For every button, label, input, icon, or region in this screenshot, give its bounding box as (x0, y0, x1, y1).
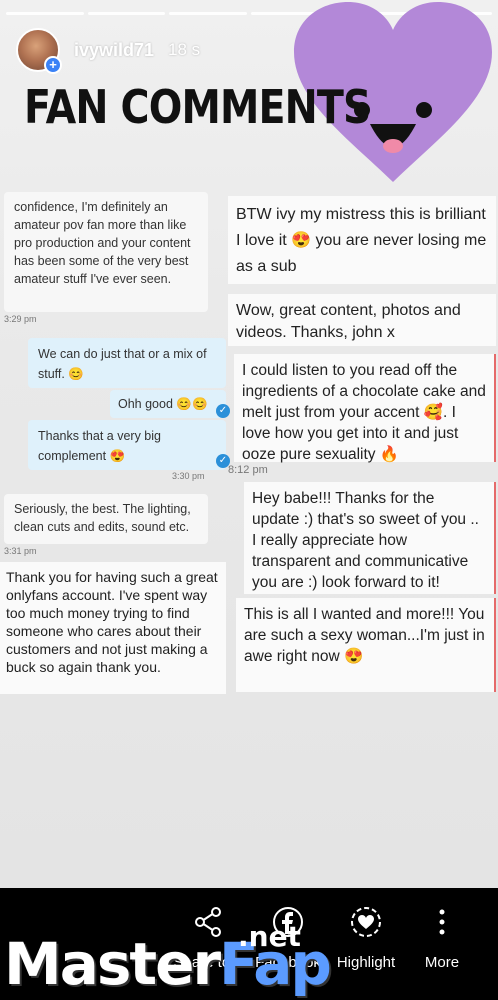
message-bubble: We can do just that or a mix of stuff. 😊 (28, 338, 226, 388)
message-timestamp: 3:30 pm (172, 471, 205, 481)
more-label: More (424, 954, 460, 971)
page-title: FAN COMMENTS (24, 80, 372, 134)
more-icon (439, 909, 445, 935)
highlight-icon (351, 907, 381, 937)
progress-segment (87, 12, 166, 15)
story-time: 18 s (168, 40, 201, 59)
watermark-net: .net (238, 920, 301, 953)
message-card: This is all I wanted and more!!! You are… (236, 598, 496, 692)
message-card: I could listen to you read off the ingre… (234, 354, 496, 463)
message-bubble: confidence, I'm definitely an amateur po… (4, 192, 208, 312)
message-card: Thank you for having such a great onlyfa… (0, 562, 226, 694)
message-timestamp: 8:12 pm (228, 464, 268, 476)
story-header: + ivywild71 18 s (16, 28, 201, 74)
progress-segment (6, 12, 84, 15)
message-timestamp: 3:31 pm (4, 546, 37, 556)
message-card: BTW ivy my mistress this is brilliant I … (228, 196, 496, 284)
username[interactable]: ivywild71 (74, 40, 154, 61)
read-receipt-icon: ✓ (216, 404, 230, 418)
message-bubble: Ohh good 😊😊 (110, 390, 226, 418)
message-card: Wow, great content, photos and videos. T… (228, 294, 496, 346)
more-button[interactable]: More (410, 906, 474, 971)
message-timestamp: 3:29 pm (4, 314, 37, 324)
message-bubble: Thanks that a very big complement 😍 (28, 420, 226, 470)
avatar[interactable]: + (16, 28, 62, 74)
highlight-label: Highlight (336, 954, 396, 971)
message-card: Hey babe!!! Thanks for the update :) tha… (244, 482, 496, 594)
watermark-master: Master (4, 930, 221, 998)
highlight-button[interactable]: Highlight (330, 906, 402, 971)
story-frame[interactable]: + ivywild71 18 s FAN COMMENTS confidence… (0, 0, 498, 888)
add-icon[interactable]: + (44, 56, 62, 74)
progress-segment (169, 12, 248, 15)
message-bubble: Seriously, the best. The lighting, clean… (4, 494, 208, 544)
